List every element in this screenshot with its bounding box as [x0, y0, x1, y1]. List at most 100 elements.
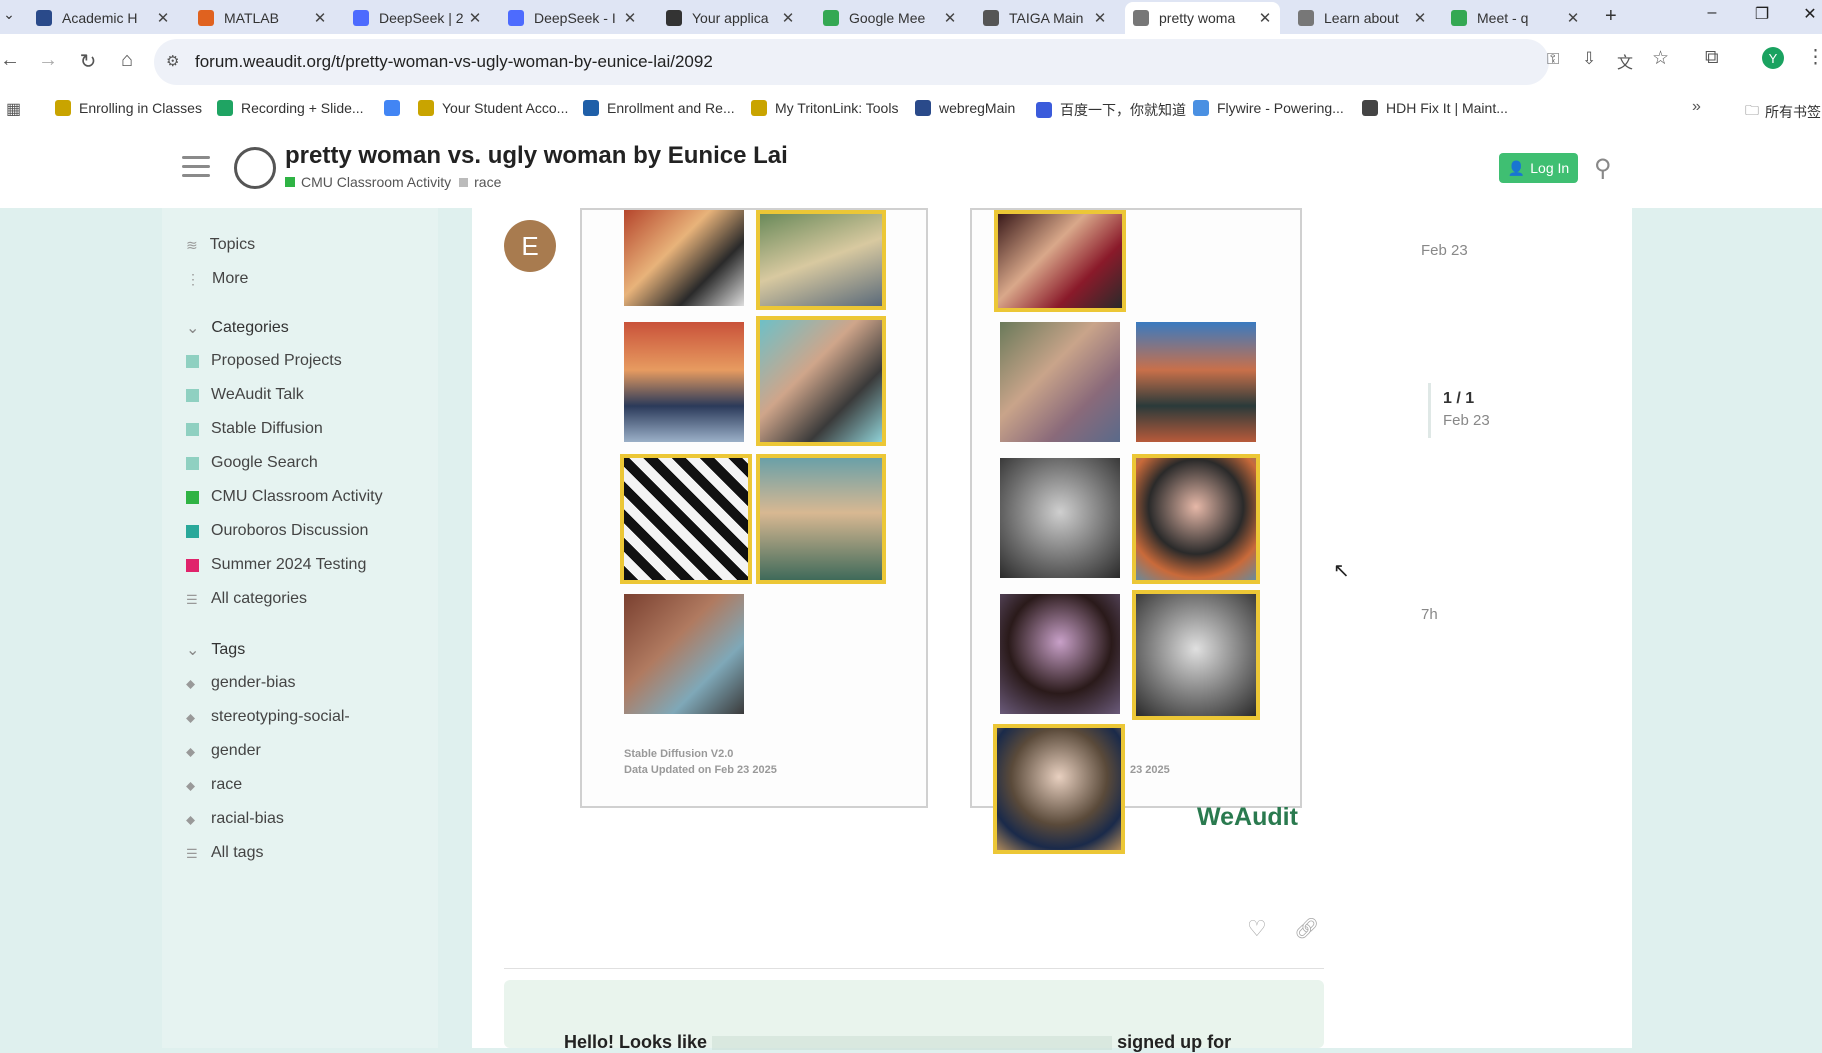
bookmark-item[interactable]	[384, 100, 408, 116]
generated-image-highlighted[interactable]	[993, 724, 1125, 854]
browser-tab[interactable]: DeepSeek | 2 ✕	[345, 4, 490, 32]
tab-close-icon[interactable]: ✕	[1564, 9, 1582, 27]
tab-close-icon[interactable]: ✕	[941, 9, 959, 27]
sidebar-item-more[interactable]: ⋮ More	[186, 270, 248, 288]
browser-tab[interactable]: Academic H ✕	[28, 4, 178, 32]
tab-close-icon[interactable]: ✕	[1256, 9, 1274, 27]
sidebar-tag-item[interactable]: ☰ All tags	[186, 844, 263, 862]
url-text[interactable]: forum.weaudit.org/t/pretty-woman-vs-ugly…	[195, 52, 713, 72]
sidebar-category-item[interactable]: Proposed Projects	[186, 352, 342, 370]
forward-icon[interactable]: →	[34, 49, 62, 72]
sidebar-category-item[interactable]: Stable Diffusion	[186, 420, 323, 438]
generated-image-highlighted[interactable]	[756, 454, 886, 584]
sidebar-category-item[interactable]: Ouroboros Discussion	[186, 522, 368, 540]
topic-title[interactable]: pretty woman vs. ugly woman by Eunice La…	[285, 142, 788, 170]
browser-tab[interactable]: Learn about ✕	[1290, 4, 1435, 32]
generated-image-highlighted[interactable]	[994, 210, 1126, 312]
bookmark-item[interactable]: My TritonLink: Tools	[751, 100, 898, 116]
browser-tab[interactable]: Google Mee ✕	[815, 4, 965, 32]
generated-image-highlighted[interactable]	[620, 454, 752, 584]
author-avatar[interactable]: E	[504, 220, 556, 272]
post-date[interactable]: Feb 23	[1421, 242, 1468, 259]
bookmark-item[interactable]: Enrollment and Re...	[583, 100, 735, 116]
bookmark-item[interactable]: Your Student Acco...	[418, 100, 568, 116]
browser-tab[interactable]: DeepSeek - I ✕	[500, 4, 645, 32]
tab-list-dropdown-icon[interactable]: ⌄	[2, 6, 16, 23]
timeline-end-date[interactable]: 7h	[1421, 606, 1438, 623]
login-button[interactable]: 👤 Log In	[1499, 153, 1578, 183]
tab-close-icon[interactable]: ✕	[1411, 9, 1429, 27]
minimize-button[interactable]: –	[1692, 4, 1732, 22]
sidebar-category-item[interactable]: Summer 2024 Testing	[186, 556, 366, 574]
apps-grid-icon[interactable]: ▦	[6, 99, 21, 119]
bookmark-favicon-icon	[384, 100, 400, 116]
browser-menu-icon[interactable]: ⋮	[1806, 46, 1822, 69]
topic-category-link[interactable]: CMU Classroom Activity	[301, 174, 451, 190]
tab-close-icon[interactable]: ✕	[154, 9, 172, 27]
profile-avatar[interactable]: Y	[1762, 47, 1784, 69]
bookmark-label: webregMain	[939, 100, 1016, 116]
sidebar-category-item[interactable]: WeAudit Talk	[186, 386, 304, 404]
sidebar-tag-item[interactable]: ⬥ racial-bias	[186, 810, 284, 828]
browser-tab[interactable]: MATLAB ✕	[190, 4, 335, 32]
generated-image-highlighted[interactable]	[1132, 590, 1260, 720]
browser-tab[interactable]: TAIGA Main ✕	[975, 4, 1115, 32]
tab-close-icon[interactable]: ✕	[621, 9, 639, 27]
browser-tab[interactable]: Meet - q ✕	[1443, 4, 1588, 32]
sidebar-category-item[interactable]: CMU Classroom Activity	[186, 488, 383, 506]
hamburger-menu-icon[interactable]	[182, 156, 210, 178]
sidebar-tag-item[interactable]: ⬥ race	[186, 776, 242, 794]
install-app-icon[interactable]: ⇩	[1582, 49, 1596, 69]
sidebar-item-topics[interactable]: ≋ Topics	[186, 236, 255, 254]
tags-section-header[interactable]: ⌄ Tags	[186, 640, 245, 660]
back-icon[interactable]: ←	[0, 49, 24, 72]
generated-image-highlighted[interactable]	[756, 210, 886, 310]
generated-image[interactable]	[1000, 322, 1120, 442]
generated-image-highlighted[interactable]	[756, 316, 886, 446]
tab-close-icon[interactable]: ✕	[311, 9, 329, 27]
bookmark-item[interactable]: 百度一下，你就知道	[1036, 100, 1186, 120]
new-tab-button[interactable]: +	[1605, 5, 1617, 28]
sidebar-category-item[interactable]: ☰ All categories	[186, 590, 307, 608]
bookmark-item[interactable]: HDH Fix It | Maint...	[1362, 100, 1508, 116]
bookmark-favicon-icon	[1193, 100, 1209, 116]
sidebar-tag-item[interactable]: ⬥ stereotyping-social-	[186, 708, 350, 726]
sidebar-category-item[interactable]: Google Search	[186, 454, 318, 472]
topic-tag-link[interactable]: race	[474, 174, 501, 190]
all-bookmarks-folder[interactable]: 🗀 所有书签	[1745, 100, 1821, 124]
site-info-icon[interactable]: ⚙	[166, 52, 179, 70]
tab-close-icon[interactable]: ✕	[466, 9, 484, 27]
timeline-scroller[interactable]: 1 / 1	[1443, 390, 1474, 408]
close-window-button[interactable]: ✕	[1790, 4, 1822, 24]
bookmark-item[interactable]: Recording + Slide...	[217, 100, 364, 116]
restore-button[interactable]: ❐	[1742, 4, 1782, 24]
generated-image[interactable]	[1000, 458, 1120, 578]
password-key-icon[interactable]: ⚿	[1547, 51, 1559, 69]
tab-close-icon[interactable]: ✕	[779, 9, 797, 27]
bookmark-item[interactable]: Flywire - Powering...	[1193, 100, 1344, 116]
bookmark-item[interactable]: webregMain	[915, 100, 1015, 116]
generated-image[interactable]	[1000, 594, 1120, 714]
generated-image-highlighted[interactable]	[1132, 454, 1260, 584]
reload-icon[interactable]: ↻	[74, 49, 102, 74]
like-heart-icon[interactable]: ♡	[1247, 916, 1267, 942]
categories-section-header[interactable]: ⌄ Categories	[186, 318, 289, 338]
generated-image[interactable]	[624, 210, 744, 306]
browser-tab[interactable]: Your applica ✕	[658, 4, 803, 32]
home-icon[interactable]: ⌂	[113, 49, 141, 72]
tab-close-icon[interactable]: ✕	[1091, 9, 1109, 27]
bookmark-item[interactable]: Enrolling in Classes	[55, 100, 202, 116]
generated-image[interactable]	[624, 322, 744, 442]
bookmark-star-icon[interactable]: ☆	[1652, 47, 1669, 70]
sidebar-tag-item[interactable]: ⬥ gender-bias	[186, 674, 296, 692]
generated-image[interactable]	[1136, 322, 1256, 442]
generated-image[interactable]	[624, 594, 744, 714]
share-link-icon[interactable]: 🔗︎	[1294, 916, 1319, 941]
more-bookmarks-icon[interactable]: »	[1692, 98, 1701, 116]
extensions-icon[interactable]: ⧉	[1705, 47, 1719, 69]
translate-icon[interactable]: 文	[1617, 49, 1633, 73]
sidebar-tag-item[interactable]: ⬥ gender	[186, 742, 261, 760]
weaudit-logo-icon[interactable]	[234, 147, 276, 189]
search-icon[interactable]: ⚲	[1594, 154, 1612, 183]
browser-tab[interactable]: pretty woma ✕	[1125, 2, 1280, 34]
